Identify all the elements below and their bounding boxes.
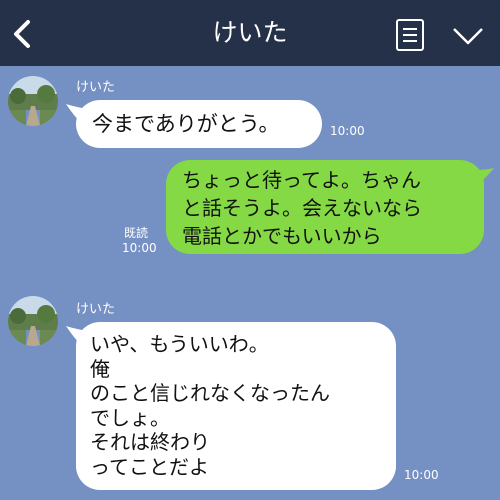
chat-header: けいた	[0, 0, 500, 66]
message-time: 10:00	[122, 241, 157, 255]
note-list-icon	[396, 19, 424, 51]
sender-name: けいた	[76, 302, 116, 317]
sender-name: けいた	[76, 80, 116, 95]
message-bubble[interactable]: ちょっと待ってよ。ちゃん と話そうよ。会えないなら 電話とかでもいいから	[166, 160, 484, 254]
chevron-down-icon	[453, 28, 483, 45]
avatar-image	[8, 296, 58, 346]
expand-menu-button[interactable]	[448, 20, 488, 50]
sender-avatar[interactable]	[8, 296, 58, 346]
bubble-tail	[476, 168, 494, 186]
message-time: 10:00	[404, 468, 439, 482]
avatar-image	[8, 76, 58, 126]
sender-avatar[interactable]	[8, 76, 58, 126]
message-time: 10:00	[330, 124, 365, 138]
message-bubble[interactable]: いや、もういいわ。 俺 のこと信じれなくなったん でしょ。 それは終わり ってこ…	[76, 322, 396, 490]
read-receipt: 既読	[124, 226, 149, 240]
message-bubble[interactable]: 今までありがとう。	[76, 100, 322, 148]
note-list-button[interactable]	[394, 18, 426, 52]
